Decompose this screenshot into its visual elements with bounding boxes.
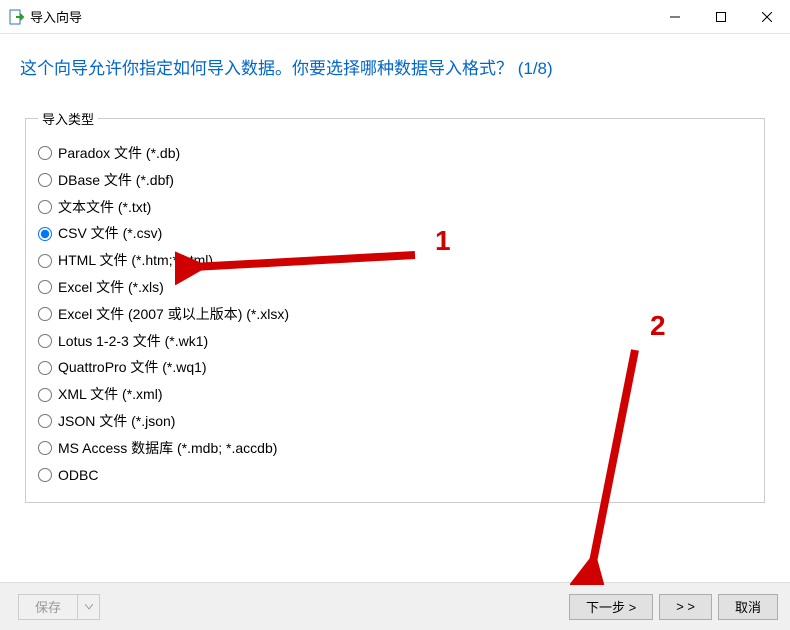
radio-option[interactable]: Lotus 1-2-3 文件 (*.wk1): [38, 328, 752, 355]
radio-label[interactable]: Excel 文件 (2007 或以上版本) (*.xlsx): [58, 306, 289, 323]
app-icon: [8, 9, 24, 25]
radio-label[interactable]: Lotus 1-2-3 文件 (*.wk1): [58, 333, 208, 350]
content-area: 导入类型 Paradox 文件 (*.db) DBase 文件 (*.dbf) 文本…: [0, 89, 790, 513]
fieldset-legend: 导入类型: [38, 109, 98, 128]
radio-option[interactable]: MS Access 数据库 (*.mdb; *.accdb): [38, 435, 752, 462]
radio-option[interactable]: XML 文件 (*.xml): [38, 381, 752, 408]
radio-label[interactable]: HTML 文件 (*.htm;*.html): [58, 252, 213, 269]
radio-input[interactable]: [38, 173, 52, 187]
titlebar: 导入向导: [0, 0, 790, 34]
radio-option[interactable]: Excel 文件 (2007 或以上版本) (*.xlsx): [38, 301, 752, 328]
radio-input[interactable]: [38, 468, 52, 482]
radio-label[interactable]: Excel 文件 (*.xls): [58, 279, 164, 296]
radio-label[interactable]: XML 文件 (*.xml): [58, 386, 162, 403]
radio-label[interactable]: JSON 文件 (*.json): [58, 413, 175, 430]
close-button[interactable]: [744, 0, 790, 33]
radio-input[interactable]: [38, 280, 52, 294]
window-controls: [652, 0, 790, 33]
radio-label[interactable]: CSV 文件 (*.csv): [58, 225, 162, 242]
radio-label[interactable]: DBase 文件 (*.dbf): [58, 172, 174, 189]
radio-list: Paradox 文件 (*.db) DBase 文件 (*.dbf) 文本文件 (*…: [38, 140, 752, 488]
radio-label[interactable]: Paradox 文件 (*.db): [58, 145, 180, 162]
next-button[interactable]: 下一步 >: [569, 594, 653, 620]
save-dropdown-button[interactable]: [78, 594, 100, 620]
radio-label[interactable]: ODBC: [58, 467, 98, 484]
radio-option[interactable]: Excel 文件 (*.xls): [38, 274, 752, 301]
radio-input[interactable]: [38, 227, 52, 241]
radio-input[interactable]: [38, 414, 52, 428]
radio-option[interactable]: ODBC: [38, 462, 752, 489]
window-title: 导入向导: [30, 7, 652, 26]
maximize-button[interactable]: [698, 0, 744, 33]
radio-option[interactable]: 文本文件 (*.txt): [38, 194, 752, 221]
skip-button[interactable]: > >: [659, 594, 712, 620]
radio-option[interactable]: Paradox 文件 (*.db): [38, 140, 752, 167]
radio-input[interactable]: [38, 334, 52, 348]
chevron-down-icon: [85, 604, 93, 610]
save-button[interactable]: 保存: [18, 594, 78, 620]
radio-option[interactable]: CSV 文件 (*.csv): [38, 220, 752, 247]
radio-input[interactable]: [38, 146, 52, 160]
page-title: 这个向导允许你指定如何导入数据。你要选择哪种数据导入格式？ (1/8): [0, 34, 790, 89]
radio-input[interactable]: [38, 388, 52, 402]
radio-option[interactable]: HTML 文件 (*.htm;*.html): [38, 247, 752, 274]
cancel-button[interactable]: 取消: [718, 594, 778, 620]
radio-input[interactable]: [38, 307, 52, 321]
import-type-fieldset: 导入类型 Paradox 文件 (*.db) DBase 文件 (*.dbf) 文本…: [25, 109, 765, 503]
minimize-button[interactable]: [652, 0, 698, 33]
radio-input[interactable]: [38, 441, 52, 455]
radio-input[interactable]: [38, 200, 52, 214]
radio-input[interactable]: [38, 361, 52, 375]
radio-label[interactable]: 文本文件 (*.txt): [58, 199, 151, 216]
radio-label[interactable]: MS Access 数据库 (*.mdb; *.accdb): [58, 440, 277, 457]
radio-option[interactable]: QuattroPro 文件 (*.wq1): [38, 354, 752, 381]
radio-option[interactable]: DBase 文件 (*.dbf): [38, 167, 752, 194]
bottom-toolbar: 保存 下一步 > > > 取消: [0, 582, 790, 630]
radio-input[interactable]: [38, 254, 52, 268]
radio-option[interactable]: JSON 文件 (*.json): [38, 408, 752, 435]
radio-label[interactable]: QuattroPro 文件 (*.wq1): [58, 359, 207, 376]
